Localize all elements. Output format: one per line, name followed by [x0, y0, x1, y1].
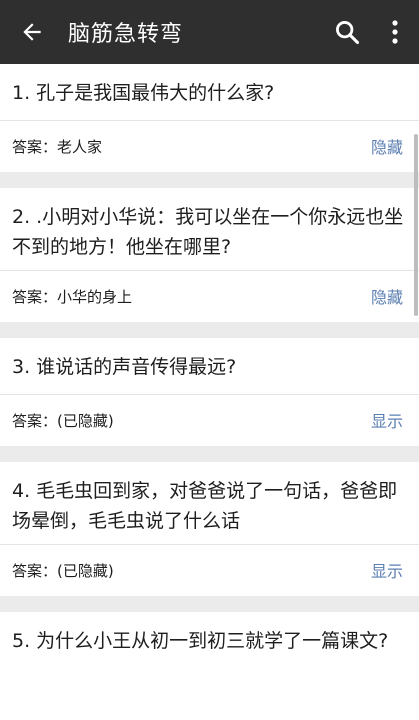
more-vertical-icon [392, 20, 398, 44]
answer-text: 答案：(已隐藏) [12, 561, 114, 580]
page-title: 脑筋急转弯 [68, 22, 184, 47]
arrow-left-icon [23, 23, 41, 41]
show-answer-button[interactable]: 显示 [355, 544, 419, 596]
question-card: 5. 为什么小王从初一到初三就学了一篇课文? [0, 612, 419, 720]
question-card: 2. .小明对小华说：我可以坐在一个你永远也坐不到的地方！他坐在哪里? 答案：小… [0, 188, 419, 322]
question-text: 5. 为什么小王从初一到初三就学了一篇课文? [12, 630, 389, 652]
hide-answer-button[interactable]: 隐藏 [355, 120, 419, 172]
back-button[interactable] [0, 0, 64, 64]
question-list[interactable]: 1. 孔子是我国最伟大的什么家? 答案：老人家 隐藏 2. .小明对小华说：我可… [0, 64, 419, 720]
answer-row: 答案：小华的身上 隐藏 [0, 270, 419, 322]
show-answer-button[interactable]: 显示 [355, 394, 419, 446]
hide-answer-button[interactable]: 隐藏 [355, 270, 419, 322]
answer-text: 答案：小华的身上 [12, 287, 133, 306]
question-card: 4. 毛毛虫回到家，对爸爸说了一句话，爸爸即场晕倒，毛毛虫说了什么话 答案：(已… [0, 462, 419, 596]
app-bar: 脑筋急转弯 [0, 0, 419, 64]
answer-text: 答案：老人家 [12, 137, 103, 156]
question-text: 4. 毛毛虫回到家，对爸爸说了一句话，爸爸即场晕倒，毛毛虫说了什么话 [12, 480, 398, 532]
answer-text: 答案：(已隐藏) [12, 411, 114, 430]
question-card: 1. 孔子是我国最伟大的什么家? 答案：老人家 隐藏 [0, 64, 419, 172]
question-text: 3. 谁说话的声音传得最远? [12, 356, 237, 378]
scrollbar[interactable] [414, 134, 418, 316]
answer-row: 答案：老人家 隐藏 [0, 120, 419, 172]
search-button[interactable] [323, 0, 371, 64]
search-icon [336, 21, 360, 45]
answer-row: 答案：(已隐藏) 显示 [0, 544, 419, 596]
question-card: 3. 谁说话的声音传得最远? 答案：(已隐藏) 显示 [0, 338, 419, 446]
question-text: 2. .小明对小华说：我可以坐在一个你永远也坐不到的地方！他坐在哪里? [12, 206, 404, 258]
answer-row: 答案：(已隐藏) 显示 [0, 394, 419, 446]
overflow-menu-button[interactable] [371, 0, 419, 64]
question-text: 1. 孔子是我国最伟大的什么家? [12, 82, 275, 104]
